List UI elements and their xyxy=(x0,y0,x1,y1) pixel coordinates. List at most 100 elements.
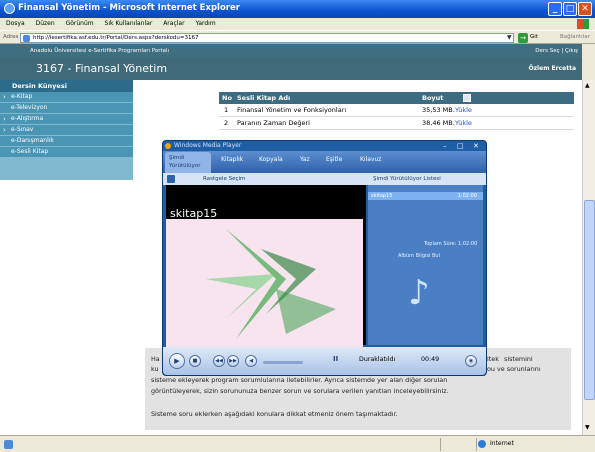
sidebar-item-etelevizyon[interactable]: e-Televizyon xyxy=(0,103,133,114)
sidebar-item-ekitap[interactable]: e-Kitap xyxy=(0,92,133,103)
maximize-button[interactable]: □ xyxy=(563,2,577,16)
sidebar-title: Dersin Künyesi xyxy=(0,80,133,92)
text-line1-end: sistemini xyxy=(504,355,533,363)
scroll-up-icon[interactable]: ▲ xyxy=(585,82,590,89)
scroll-thumb[interactable] xyxy=(584,200,595,400)
dropdown-arrow-icon[interactable]: ▼ xyxy=(507,34,512,41)
wmp-maximize-button[interactable]: □ xyxy=(457,142,464,150)
media-player-window[interactable]: Windows Media Player – □ ✕ Şimdi Yürütül… xyxy=(162,140,487,376)
playlist-total: Toplam Süre: 1:02:00 xyxy=(424,241,478,247)
menu-edit[interactable]: Düzen xyxy=(36,20,55,27)
wmp-tabbar: Şimdi Yürütülüyor Kitaplık Kopyala Yaz E… xyxy=(163,151,486,173)
status-divider xyxy=(440,438,441,451)
address-bar: Adres http://lesertifika.asf.edu.tr/Port… xyxy=(0,30,595,44)
minimize-button[interactable]: _ xyxy=(548,2,562,16)
close-button[interactable]: ✕ xyxy=(578,2,592,16)
wmp-toolbar: Rastgele Seçim Şimdi Yürütülüyor Listesi xyxy=(163,173,486,185)
tab-library[interactable]: Kitaplık xyxy=(221,156,243,163)
table-header: No Sesli Kitap Adı Boyut xyxy=(219,92,574,104)
download-link[interactable]: Yükle xyxy=(455,117,472,129)
page-scrollbar[interactable]: ▲ ▼ xyxy=(582,80,595,435)
playlist-track-time: 1:02:00 xyxy=(457,193,477,199)
tab-sync[interactable]: Eşitle xyxy=(326,156,342,163)
text-line5: Sisteme soru eklerken aşağıdaki konulara… xyxy=(151,410,398,418)
portal-title: Anadolu Üniversitesi e-Sertifika Program… xyxy=(30,48,170,54)
address-url: http://lesertifika.asf.edu.tr/Portal/Der… xyxy=(33,35,199,41)
sidebar-item-edanismanlik[interactable]: e-Danışmanlık xyxy=(0,136,133,147)
wmp-minimize-button[interactable]: – xyxy=(443,142,447,150)
download-link[interactable]: Yükle xyxy=(455,104,472,116)
stop-button[interactable]: ■ xyxy=(189,355,201,367)
security-zone: Internet xyxy=(490,440,514,447)
sidebar-item-eseslikitap[interactable]: e-Sesli Kitap xyxy=(0,147,133,158)
wmp-title: Windows Media Player xyxy=(174,142,242,149)
menu-view[interactable]: Görünüm xyxy=(66,20,94,27)
menu-help[interactable]: Yardım xyxy=(195,20,215,27)
menu-tools[interactable]: Araçlar xyxy=(163,20,184,27)
course-title: 3167 - Finansal Yönetim xyxy=(36,62,168,75)
portal-bar: Anadolu Üniversitesi e-Sertifika Program… xyxy=(0,44,582,58)
window-title: Finansal Yönetim - Microsoft Internet Ex… xyxy=(18,3,240,13)
text-line4: görüntüleyerek, sizin sorununuza benzer … xyxy=(151,387,449,395)
ie-icon xyxy=(4,3,15,14)
play-button[interactable]: ▶ xyxy=(169,353,185,369)
text-line1-start: Ha xyxy=(151,355,160,363)
tab-now-playing[interactable]: Şimdi Yürütülüyor xyxy=(165,152,211,173)
header-size: Boyut xyxy=(422,94,444,102)
address-label: Adres xyxy=(3,34,19,40)
volume-slider[interactable] xyxy=(263,361,303,364)
portal-links[interactable]: Ders Seç | Çıkış xyxy=(535,44,578,58)
page-status-icon xyxy=(4,440,13,449)
page-icon xyxy=(23,35,30,42)
pause-icon: II xyxy=(333,355,339,363)
row-no: 2 xyxy=(224,119,229,127)
user-name: Özlem Ercetta xyxy=(528,65,576,72)
shuffle-icon[interactable] xyxy=(167,175,175,183)
status-divider xyxy=(476,438,477,451)
address-input[interactable]: http://lesertifika.asf.edu.tr/Portal/Der… xyxy=(20,33,514,43)
previous-button[interactable]: ◀◀ xyxy=(213,355,225,367)
header-no: No xyxy=(222,94,232,102)
playlist-panel: skitap15 1:02:00 Toplam Süre: 1:02:00 Al… xyxy=(368,185,483,345)
text-line2-end: ou ve sorunlarını xyxy=(487,365,541,373)
playlist-track: skitap15 xyxy=(371,193,393,199)
text-line1-link[interactable]: ltek xyxy=(487,355,499,363)
course-header: 3167 - Finansal Yönetim Özlem Ercetta xyxy=(0,58,582,80)
tab-rip[interactable]: Kopyala xyxy=(259,156,283,163)
scroll-down-icon[interactable]: ▼ xyxy=(585,424,590,431)
table-row: 2 Paranın Zaman Değeri 38,46 MB. Yükle xyxy=(219,117,574,130)
table-row: 1 Finansal Yönetim ve Fonksiyonları 35,5… xyxy=(219,104,574,117)
album-info-link[interactable]: Albüm Bilgisi Bul xyxy=(398,253,440,259)
fullscreen-button[interactable]: ◉ xyxy=(465,355,477,367)
mute-button[interactable]: ◀ xyxy=(245,355,257,367)
tab-burn[interactable]: Yaz xyxy=(300,156,310,163)
visualization xyxy=(166,219,363,347)
sidebar: Dersin Künyesi e-Kitap e-Televizyon e-Al… xyxy=(0,80,133,180)
wmp-close-button[interactable]: ✕ xyxy=(473,142,479,150)
go-arrow-icon[interactable]: → xyxy=(518,33,528,43)
save-icon xyxy=(463,94,471,102)
menu-favorites[interactable]: Sık Kullanılanlar xyxy=(105,20,153,27)
playlist-label[interactable]: Şimdi Yürütülüyor Listesi xyxy=(373,173,441,185)
shuffle-label[interactable]: Rastgele Seçim xyxy=(203,173,245,185)
elapsed-time: 00:49 xyxy=(421,356,440,363)
window-titlebar: Finansal Yönetim - Microsoft Internet Ex… xyxy=(0,0,595,18)
sidebar-item-esinav[interactable]: e-Sınav xyxy=(0,125,133,136)
menu-file[interactable]: Dosya xyxy=(6,20,25,27)
wmp-icon xyxy=(165,143,171,149)
music-note-icon: ♪ xyxy=(408,273,430,313)
go-button[interactable]: Git xyxy=(530,34,538,40)
row-name: Paranın Zaman Değeri xyxy=(237,119,310,127)
row-no: 1 xyxy=(224,106,229,114)
next-button[interactable]: ▶▶ xyxy=(227,355,239,367)
playlist-item[interactable]: skitap15 1:02:00 xyxy=(368,192,483,200)
links-label[interactable]: Bağlantılar xyxy=(560,34,590,40)
row-size: 35,53 MB. xyxy=(422,106,455,114)
wmp-controls: ▶ ■ ◀◀ ▶▶ ◀ II Duraklatıldı 00:49 ◉ xyxy=(163,347,486,375)
playback-status: Duraklatıldı xyxy=(359,356,396,363)
tab-guide[interactable]: Kılavuz xyxy=(360,156,381,163)
globe-icon xyxy=(478,440,486,448)
sidebar-item-ealistirma[interactable]: e-Alıştırma xyxy=(0,114,133,125)
windows-flag-icon xyxy=(577,19,589,29)
header-name: Sesli Kitap Adı xyxy=(237,94,291,102)
